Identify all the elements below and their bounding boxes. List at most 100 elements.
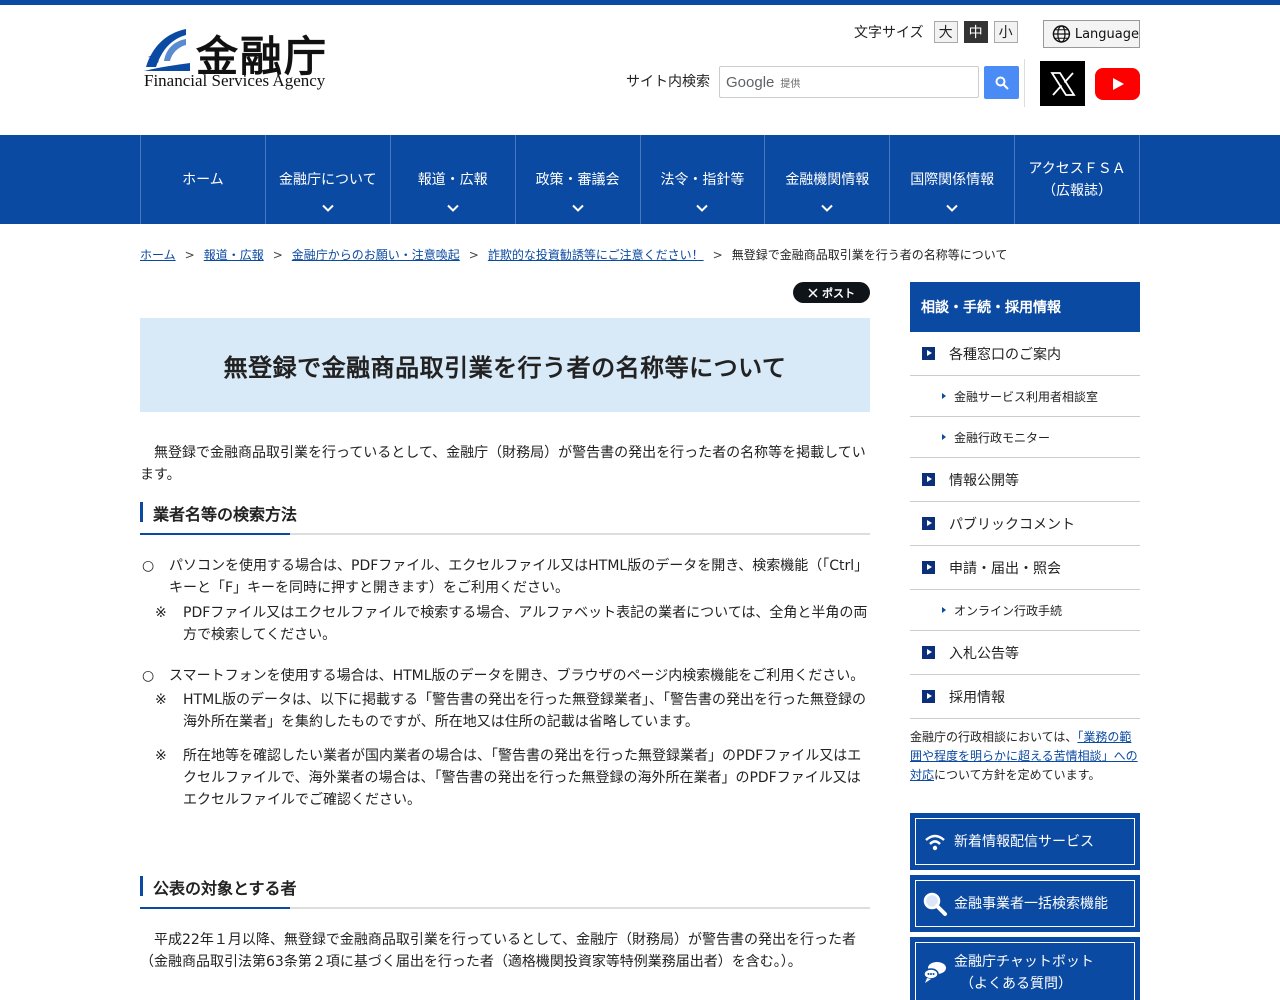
button-label: 新着情報配信サービス (954, 833, 1094, 850)
youtube-play-icon (1112, 78, 1124, 90)
section-heading-search-method: 業者名等の検索方法 (140, 502, 870, 535)
sidebar-item-recruitment[interactable]: 採用情報 (910, 675, 1140, 719)
search-method-html-note: ※ HTML版のデータは、以下に掲載する「警告書の発出を行った無登録業者」、「警… (155, 689, 870, 733)
sidebar-item-label: 各種窓口のご案内 (949, 346, 1061, 363)
google-provided-label: 提供 (780, 78, 801, 90)
sidebar-subitem-monitor[interactable]: 金融行政モニター (910, 417, 1140, 458)
sidebar-subitem-online-procedures[interactable]: オンライン行政手続 (910, 590, 1140, 631)
heading-underline (140, 907, 290, 909)
logo-text-en: Financial Services Agency (144, 71, 326, 90)
globe-icon (1052, 25, 1071, 43)
chevron-down-icon (821, 204, 834, 212)
nav-item-home[interactable]: ホーム (141, 135, 266, 224)
nav-item-press[interactable]: 報道・広報 (391, 135, 516, 224)
circle-mark: ○ (142, 558, 155, 574)
breadcrumb-separator: > (184, 248, 195, 262)
x-post-button[interactable]: ポスト (793, 282, 870, 303)
nav-item-label: 国際関係情報 (910, 171, 995, 188)
arrow-bullet-icon (922, 347, 935, 360)
sidebar-item-tenders[interactable]: 入札公告等 (910, 631, 1140, 675)
sidebar-item-disclosure[interactable]: 情報公開等 (910, 458, 1140, 502)
intro-text: 無登録で金融商品取引業を行っているとして、金融庁（財務局）が警告書の発出を行った… (140, 445, 866, 483)
sidebar-item-label: 採用情報 (949, 689, 1005, 706)
breadcrumb-separator: > (468, 248, 479, 262)
chatbot-button[interactable]: 金融庁チャットボット （よくある質問） (910, 937, 1140, 1000)
search-method-smartphone: ○ スマートフォンを使用する場合は、HTML版のデータを開き、ブラウザのページ内… (140, 665, 870, 687)
breadcrumb-link-fraud[interactable]: 詐欺的な投資勧誘等にご注意ください！ (488, 248, 704, 262)
nav-item-policy[interactable]: 政策・審議会 (516, 135, 641, 224)
wifi-icon (925, 834, 945, 850)
font-size-medium-button[interactable]: 中 (963, 21, 988, 43)
paragraph-body: パソコンを使用する場合は、PDFファイル、エクセルファイル又はHTML版のデータ… (169, 558, 869, 596)
sidebar-note-text: について方針を定めています。 (934, 768, 1101, 782)
chevron-down-icon (571, 204, 584, 212)
font-size-switcher: 文字サイズ 大 中 小 (854, 21, 1018, 43)
breadcrumb: ホーム > 報道・広報 > 金融庁からのお願い・注意喚起 > 詐欺的な投資勧誘等にご注意くだ… (140, 224, 1140, 282)
search-icon (995, 76, 1009, 90)
font-size-large-button[interactable]: 大 (933, 21, 958, 43)
paragraph-text: パソコンを使用する場合は、PDFファイル、エクセルファイル又はHTML版のデータ… (140, 555, 870, 599)
section-heading-text: 公表の対象とする者 (153, 879, 297, 898)
x-post-label: ポスト (822, 286, 855, 300)
sidebar-item-label: 申請・届出・照会 (949, 560, 1061, 577)
button-label: 金融事業者一括検索機能 (954, 895, 1108, 912)
x-logo-icon (1049, 71, 1076, 96)
nav-item-access-fsa[interactable]: アクセスＦＳＡ （広報誌） (1015, 135, 1140, 224)
breadcrumb-link-notices[interactable]: 金融庁からのお願い・注意喚起 (292, 248, 460, 262)
sidebar-subitem-consumer-desk[interactable]: 金融サービス利用者相談室 (910, 376, 1140, 417)
site-search-input[interactable]: Google 提供 (719, 66, 979, 98)
font-size-small-button[interactable]: 小 (993, 21, 1018, 43)
google-logo: Google (726, 73, 775, 91)
nav-item-laws[interactable]: 法令・指針等 (641, 135, 766, 224)
heading-bar (140, 876, 143, 896)
sidebar-note: 金融庁の行政相談においては、「業務の範囲や程度を明らかに超える苦情相談」への対応… (910, 719, 1140, 785)
paragraph-text: スマートフォンを使用する場合は、HTML版のデータを開き、ブラウザのページ内検索… (169, 668, 865, 684)
circle-mark: ○ (142, 668, 155, 684)
sidebar-heading: 相談・手続・採用情報 (910, 282, 1140, 332)
nav-item-about[interactable]: 金融庁について (266, 135, 391, 224)
nav-item-institutions[interactable]: 金融機関情報 (765, 135, 891, 224)
page-title: 無登録で金融商品取引業を行う者の名称等について (140, 318, 870, 412)
search-method-pc: ○ パソコンを使用する場合は、PDFファイル、エクセルファイル又はHTML版のデ… (140, 555, 870, 599)
nav-item-label: 金融機関情報 (785, 171, 870, 188)
sidebar-item-contact-windows[interactable]: 各種窓口のご案内 (910, 332, 1140, 376)
breadcrumb-link-home[interactable]: ホーム (140, 248, 176, 262)
sidebar-item-label: 金融行政モニター (954, 430, 1051, 445)
nav-item-label: アクセスＦＳＡ (1028, 160, 1126, 177)
chevron-down-icon (696, 204, 709, 212)
x-twitter-link[interactable] (1040, 61, 1085, 106)
chevron-down-icon (446, 204, 459, 212)
chevron-down-icon (322, 204, 334, 212)
fsa-emblem-icon: 25 (144, 29, 190, 71)
nav-item-international[interactable]: 国際関係情報 (890, 135, 1016, 224)
search-method-address-note: ※ 所在地等を確認したい業者が国内業者の場合は、「警告書の発出を行った無登録業者… (155, 745, 870, 811)
chatbot-label-sub: （よくある質問） (960, 976, 1072, 992)
note-mark: ※ (155, 692, 167, 708)
arrow-bullet-icon (922, 690, 935, 703)
header-divider (1024, 59, 1025, 107)
nav-item-label: 報道・広報 (417, 171, 488, 188)
content-wrapper: ホーム > 報道・広報 > 金融庁からのお願い・注意喚起 > 詐欺的な投資勧誘等にご注意くだ… (140, 224, 1140, 1000)
arrow-bullet-icon (922, 473, 935, 486)
site-search-label: サイト内検索 (626, 74, 710, 90)
site-logo[interactable]: 25 金融庁 Financial Services Agency (142, 25, 342, 95)
sidebar-item-label: 金融サービス利用者相談室 (954, 389, 1099, 404)
sidebar-item-label: オンライン行政手続 (954, 603, 1063, 618)
note-text: 所在地等を確認したい業者が国内業者の場合は、「警告書の発出を行った無登録業者」の… (183, 748, 862, 808)
sidebar: 相談・手続・採用情報 各種窓口のご案内 金融サービス利用者相談室 金融行政モニタ… (910, 282, 1140, 1000)
sidebar-item-label: パブリックコメント (949, 516, 1075, 533)
business-search-button[interactable]: 金融事業者一括検索機能 (910, 875, 1140, 932)
news-delivery-button[interactable]: 新着情報配信サービス (910, 813, 1140, 870)
note-text: PDFファイル又はエクセルファイルで検索する場合、アルファベット表記の業者につい… (183, 605, 868, 643)
section-heading-text: 業者名等の検索方法 (153, 505, 298, 524)
youtube-link[interactable] (1095, 68, 1140, 100)
svg-text:25: 25 (148, 54, 160, 66)
sidebar-note-text: 金融庁の行政相談においては、 (910, 730, 1078, 744)
sidebar-item-applications[interactable]: 申請・届出・照会 (910, 546, 1140, 590)
global-nav: ホーム 金融庁について 報道・広報 政策・審議会 法令・指針等 金融機関情報 国… (0, 135, 1280, 224)
language-button[interactable]: Language (1043, 20, 1140, 48)
triangle-bullet-icon (942, 393, 946, 399)
site-search-button[interactable] (984, 66, 1019, 99)
sidebar-item-public-comment[interactable]: パブリックコメント (910, 502, 1140, 546)
breadcrumb-link-press[interactable]: 報道・広報 (204, 248, 264, 262)
